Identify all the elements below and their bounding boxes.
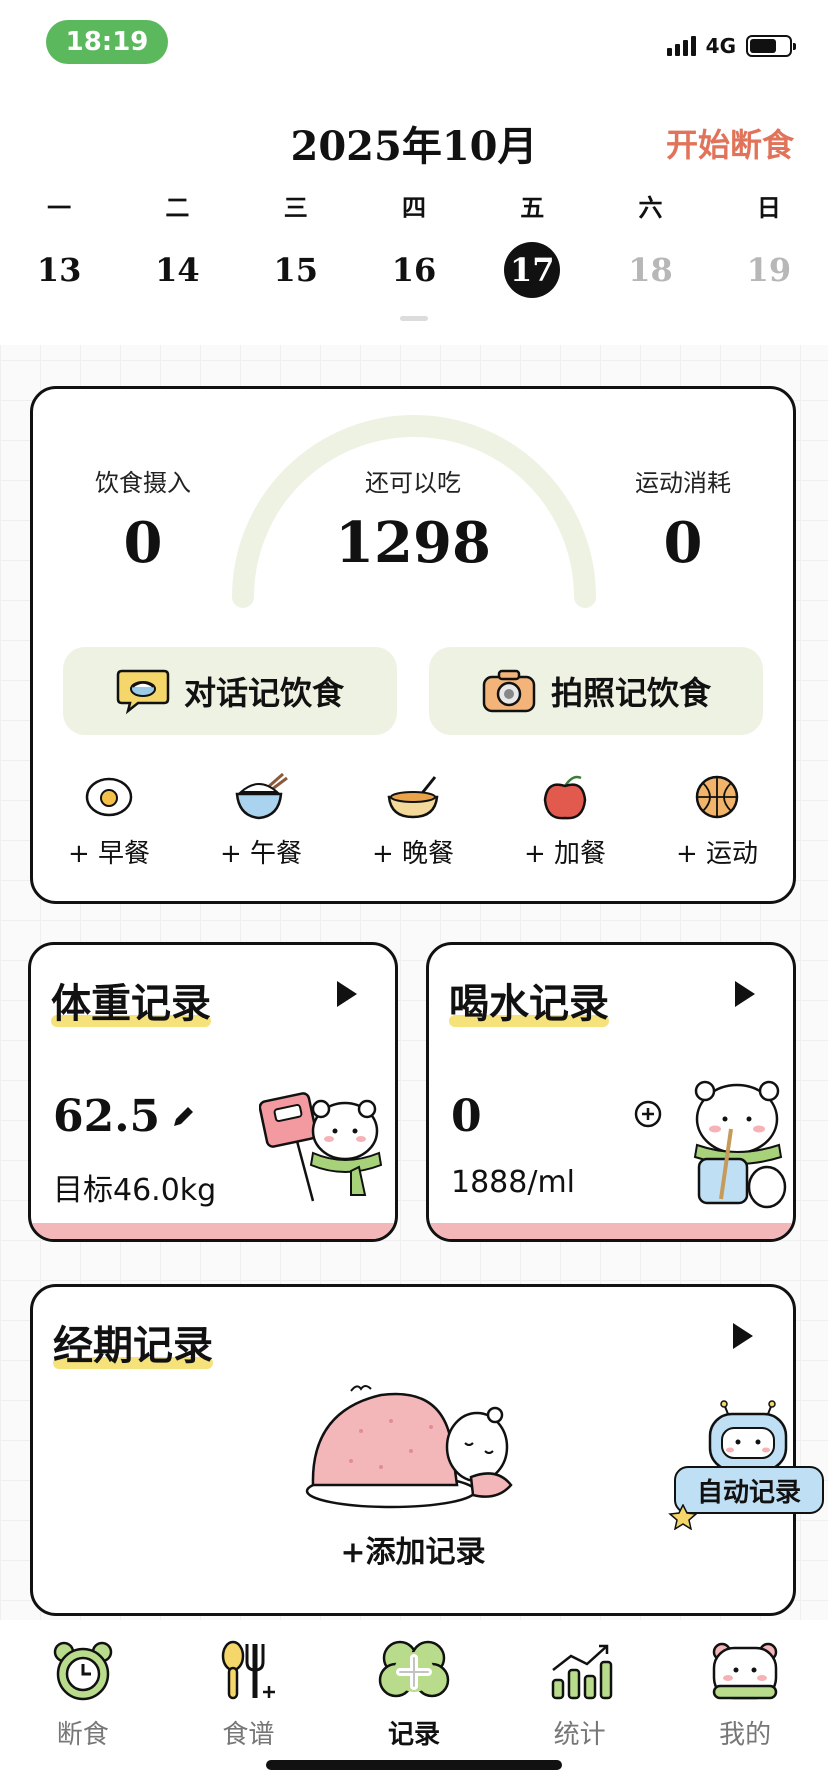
- chat-bubble-icon: [116, 669, 170, 715]
- home-indicator[interactable]: [266, 1760, 562, 1770]
- dinner-label: + 晚餐: [371, 839, 455, 869]
- snack-label: + 加餐: [523, 839, 607, 869]
- period-arrow-icon[interactable]: [733, 1323, 753, 1349]
- lunch-button[interactable]: + 午餐: [185, 769, 337, 870]
- day-number[interactable]: 16: [386, 242, 442, 298]
- week-strip: 一 13 二 14 三 15 四 16 五 17 六 18 日 19: [0, 188, 828, 298]
- calorie-card: 饮食摄入 0 还可以吃 1298 运动消耗 0 对话记饮食 拍照记饮食 + 早餐…: [30, 386, 796, 904]
- nav-stats-label: 统计: [553, 1720, 606, 1750]
- nav-recipes-label: 食谱: [222, 1720, 275, 1750]
- auto-record-button[interactable]: 自动记录: [668, 1400, 824, 1530]
- weight-card[interactable]: 体重记录 62.5 目标46.0kg: [28, 942, 398, 1242]
- bear-face-icon: [712, 1642, 778, 1700]
- day-column-wed[interactable]: 三 15: [237, 188, 355, 298]
- snack-button[interactable]: + 加餐: [489, 769, 641, 870]
- egg-icon: [85, 777, 133, 817]
- weekday-label: 一: [47, 193, 72, 222]
- burn-label: 运动消耗: [635, 469, 731, 497]
- weekday-label: 三: [283, 193, 308, 222]
- nav-record-label: 记录: [387, 1720, 440, 1750]
- remaining-metric: 还可以吃 1298: [293, 463, 533, 576]
- status-time: 18:19: [46, 20, 168, 64]
- exercise-button[interactable]: + 运动: [641, 769, 793, 870]
- chat-record-button[interactable]: 对话记饮食: [63, 647, 397, 735]
- nav-mine[interactable]: 我的: [662, 1620, 828, 1792]
- chat-record-label: 对话记饮食: [183, 674, 344, 712]
- day-column-thu[interactable]: 四 16: [355, 188, 473, 298]
- battery-icon: [746, 35, 796, 57]
- sleeping-bear-illustration: [305, 1385, 513, 1509]
- water-card-title: 喝水记录: [449, 980, 609, 1027]
- robot-bear-icon: [708, 1400, 788, 1470]
- intake-metric: 饮食摄入 0: [73, 463, 213, 576]
- rice-bowl-icon: [235, 772, 288, 820]
- day-number[interactable]: 13: [31, 242, 87, 298]
- bear-scale-illustration: [259, 1092, 383, 1202]
- breakfast-button[interactable]: + 早餐: [33, 769, 185, 870]
- dinner-button[interactable]: + 晚餐: [337, 769, 489, 870]
- water-arrow-icon[interactable]: [735, 981, 755, 1007]
- weekday-label: 六: [638, 193, 663, 222]
- pencil-icon[interactable]: [170, 1104, 196, 1130]
- weight-card-title: 体重记录: [51, 980, 211, 1027]
- weight-value: 62.5: [53, 1091, 161, 1142]
- start-fasting-button[interactable]: 开始断食: [666, 120, 794, 166]
- weight-target: 目标46.0kg: [53, 1173, 217, 1208]
- plus-flower-icon: [378, 1640, 450, 1698]
- day-column-mon[interactable]: 一 13: [0, 188, 118, 298]
- photo-record-button[interactable]: 拍照记饮食: [429, 647, 763, 735]
- network-label: 4G: [705, 34, 736, 58]
- period-card-title: 经期记录: [53, 1322, 213, 1369]
- card-bottom-accent: [429, 1223, 793, 1239]
- exercise-label: + 运动: [675, 839, 759, 869]
- weekday-label: 五: [520, 193, 545, 222]
- status-icons: 4G: [666, 34, 796, 58]
- remaining-label: 还可以吃: [365, 469, 461, 497]
- weekday-label: 二: [165, 193, 190, 222]
- nav-mine-label: 我的: [719, 1720, 772, 1750]
- camera-icon: [482, 669, 536, 713]
- day-number[interactable]: 15: [268, 242, 324, 298]
- remaining-value: 1298: [335, 510, 491, 576]
- photo-record-label: 拍照记饮食: [550, 674, 711, 712]
- day-column-sun[interactable]: 日 19: [710, 188, 828, 298]
- nav-fasting[interactable]: 断食: [0, 1620, 166, 1792]
- soup-bowl-icon: [387, 776, 439, 819]
- auto-record-label: 自动记录: [696, 1477, 801, 1508]
- add-water-icon[interactable]: [633, 1099, 663, 1129]
- star-icon: [668, 1504, 698, 1530]
- meal-shortcuts: + 早餐 + 午餐 + 晚餐 + 加餐 + 运动: [33, 769, 793, 870]
- add-period-record-button[interactable]: +添加记录: [33, 1527, 793, 1571]
- bear-drink-illustration: [693, 1080, 787, 1209]
- card-bottom-accent: [31, 1223, 395, 1239]
- day-column-fri[interactable]: 五 17: [473, 188, 591, 298]
- day-number[interactable]: 14: [149, 242, 205, 298]
- apple-icon: [543, 775, 587, 820]
- water-goal: 1888/ml: [451, 1165, 576, 1200]
- weight-arrow-icon[interactable]: [337, 981, 357, 1007]
- day-column-sat[interactable]: 六 18: [591, 188, 709, 298]
- signal-icon: [666, 36, 696, 56]
- weight-value-row[interactable]: 62.5: [53, 1091, 196, 1142]
- burn-value: 0: [663, 510, 703, 576]
- day-number[interactable]: 18: [623, 242, 679, 298]
- water-card[interactable]: 喝水记录 0 1888/ml: [426, 942, 796, 1242]
- day-number-selected[interactable]: 17: [504, 242, 561, 298]
- burn-metric: 运动消耗 0: [613, 463, 753, 576]
- day-column-tue[interactable]: 二 14: [118, 188, 236, 298]
- intake-value: 0: [123, 510, 163, 576]
- basketball-icon: [695, 775, 739, 819]
- lunch-label: + 午餐: [219, 839, 303, 869]
- drag-handle[interactable]: [400, 316, 428, 321]
- alarm-clock-icon: [53, 1641, 113, 1701]
- day-number[interactable]: 19: [741, 242, 797, 298]
- water-value: 0: [451, 1091, 482, 1142]
- weekday-label: 日: [756, 193, 781, 222]
- weekday-label: 四: [401, 193, 426, 222]
- breakfast-label: + 早餐: [67, 839, 151, 869]
- bar-chart-icon: [551, 1644, 612, 1700]
- intake-label: 饮食摄入: [95, 469, 191, 497]
- spoon-fork-icon: [222, 1640, 276, 1700]
- nav-fasting-label: 断食: [56, 1720, 109, 1750]
